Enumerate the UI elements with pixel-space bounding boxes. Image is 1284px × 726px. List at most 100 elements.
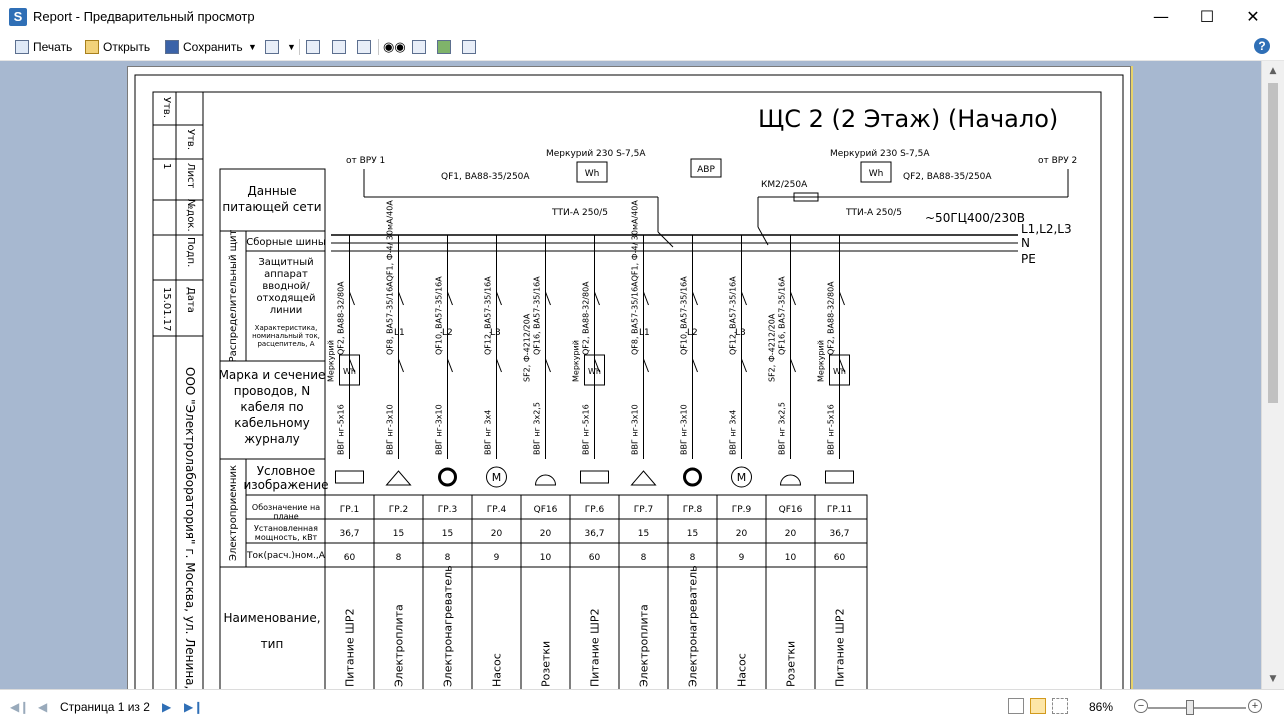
wire-spec-label: ВВГ нг 3х2,5	[778, 402, 787, 455]
wire-spec-label: ВВГ нг 3х2,5	[533, 402, 542, 455]
current-value: 8	[690, 553, 696, 563]
qf2-label: QF2, ВА88-35/250А	[903, 172, 992, 182]
supply-right-label: от ВРУ 2	[1038, 156, 1077, 166]
name-label: тип	[261, 637, 284, 651]
designation-value: ГР.1	[340, 505, 360, 515]
wire-spec-label: ВВГ нг-5х16	[337, 404, 346, 455]
bus-label-pe: PE	[1021, 252, 1036, 266]
device-label: QF12, ВА57-35/16А	[484, 276, 493, 355]
designation-value: ГР.7	[634, 505, 654, 515]
stove-symbol	[385, 470, 412, 486]
minimize-button[interactable]: —	[1138, 0, 1184, 34]
zoom-slider-thumb[interactable]	[1186, 700, 1194, 715]
bus-label-l: L1,L2,L3	[1021, 222, 1072, 236]
name-value: Питание ШР2	[834, 608, 847, 687]
open-button[interactable]: Открыть	[85, 38, 150, 56]
find-button[interactable]: ◉◉	[383, 38, 406, 56]
first-page-icon[interactable]: ◀❙	[10, 700, 29, 714]
breaker-switch	[643, 358, 649, 373]
breaker-switch	[790, 358, 796, 373]
designation-value: QF16	[534, 505, 558, 515]
symbol-rect	[335, 470, 364, 484]
panel-label: Распределительный щит	[228, 229, 239, 362]
symbol-label: изображение	[243, 478, 328, 492]
heater-symbol	[683, 467, 702, 487]
power-value: 20	[540, 529, 552, 539]
maximize-icon: ☐	[1199, 7, 1215, 26]
scroll-up-icon[interactable]: ▲	[1267, 65, 1279, 77]
name-value: Розетки	[785, 641, 798, 687]
binoculars-icon: ◉◉	[383, 39, 406, 54]
vertical-scrollbar[interactable]: ▲ ▼	[1261, 61, 1284, 689]
name-value: Питание ШР2	[344, 608, 357, 687]
outer-frame	[134, 74, 1124, 689]
scrollbar-thumb[interactable]	[1268, 83, 1278, 403]
characteristics-label: расцепитель, А	[257, 340, 314, 348]
protection-label: аппарат	[264, 269, 308, 280]
current-value: 60	[589, 553, 601, 563]
continuous-view-icon[interactable]	[1030, 698, 1046, 714]
zoom-slider[interactable]	[1148, 707, 1246, 709]
device-extra-label: Меркурий	[572, 340, 581, 382]
save-button[interactable]: Сохранить	[165, 38, 243, 56]
device-label: QF16, ВА57-35/16А	[778, 276, 787, 355]
multi-page-view-icon[interactable]	[1052, 698, 1068, 714]
outline-button[interactable]	[306, 40, 320, 54]
last-page-icon[interactable]: ▶❙	[184, 700, 203, 714]
buses-label: Сборные шины	[246, 237, 325, 248]
preview-area[interactable]: Утв. Утв. Лист 1 №док. Подп. Дата 15.01.17 ООО "…	[0, 61, 1261, 689]
motor-letter: M	[737, 471, 747, 484]
meter-symbol: Wh	[588, 367, 601, 376]
help-icon[interactable]: ?	[1254, 38, 1270, 54]
folder-open-icon	[85, 40, 99, 54]
designation-value: ГР.3	[438, 505, 458, 515]
meter-symbol: Wh	[343, 367, 356, 376]
export-dropdown-button[interactable]: ▼	[287, 38, 296, 56]
scroll-down-icon[interactable]: ▼	[1267, 673, 1279, 685]
document-button[interactable]	[332, 40, 346, 54]
heater-symbol	[438, 467, 457, 487]
zoom-in-icon[interactable]: +	[1248, 699, 1262, 713]
meter-left-label: Меркурий 230 S-7,5А	[546, 149, 646, 159]
zoom-out-icon[interactable]: −	[1134, 699, 1148, 713]
device-extra-label: Меркурий	[327, 340, 336, 382]
current-value: 9	[494, 553, 500, 563]
page-setup-button[interactable]	[412, 40, 426, 54]
export-button[interactable]	[265, 40, 279, 54]
breaker-switch	[790, 291, 796, 306]
app-logo-icon: S	[9, 8, 27, 26]
phase-label: L2	[687, 328, 698, 338]
single-page-view-icon[interactable]	[1008, 698, 1024, 714]
chevron-down-icon: ▼	[248, 42, 257, 52]
breaker-switch	[741, 358, 747, 373]
breaker-switch	[839, 291, 845, 306]
stamp-cell: Утв.	[161, 97, 172, 118]
breaker-switch	[398, 291, 404, 306]
breaker-switch	[447, 291, 453, 306]
design-button[interactable]	[437, 40, 451, 54]
designation-value: ГР.4	[487, 505, 507, 515]
device-label: QF2, ВА88-32/80А	[337, 281, 346, 355]
save-dropdown-button[interactable]: ▼	[248, 38, 257, 56]
save-label: Сохранить	[183, 40, 243, 54]
prev-page-icon[interactable]: ◀	[38, 700, 47, 714]
print-button[interactable]: Печать	[15, 38, 72, 56]
phase-label: L2	[442, 328, 453, 338]
title-bar: S Report - Предварительный просмотр — ☐ …	[0, 0, 1284, 34]
name-value: Электроплита	[393, 604, 406, 687]
power-value: 20	[736, 529, 748, 539]
stamp-cell: Подп.	[185, 237, 196, 267]
maximize-button[interactable]: ☐	[1184, 0, 1230, 34]
window-title: Report - Предварительный просмотр	[33, 9, 255, 24]
breaker-switch	[594, 291, 600, 306]
device-label: QF2, ВА88-32/80А	[582, 281, 591, 355]
characteristics-label: Характеристика,	[255, 324, 318, 332]
power-value: 36,7	[339, 529, 359, 539]
next-page-icon[interactable]: ▶	[162, 700, 171, 714]
current-value: 60	[834, 553, 846, 563]
thumbnails-button[interactable]	[357, 40, 371, 54]
edit-button[interactable]	[462, 40, 476, 54]
designation-value: ГР.8	[683, 505, 703, 515]
close-button[interactable]: ✕	[1230, 0, 1276, 34]
device-label: QF10, ВА57-35/16А	[435, 276, 444, 355]
